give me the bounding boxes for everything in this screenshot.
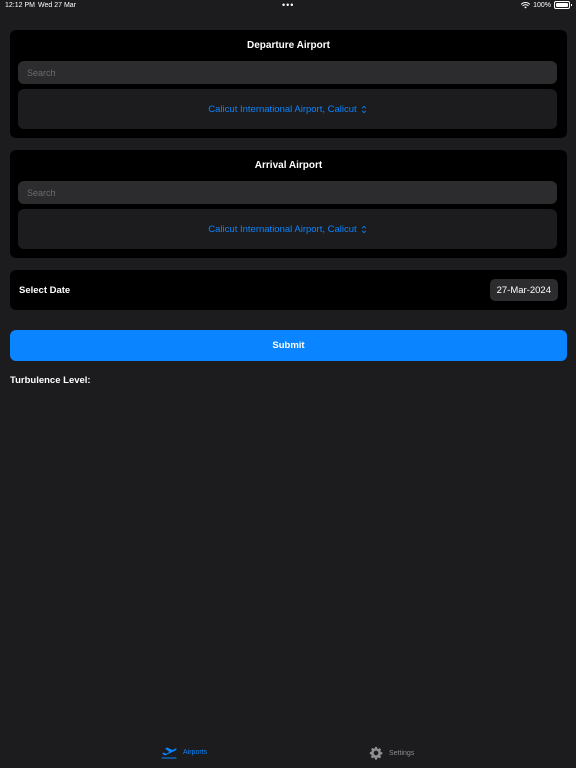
submit-button[interactable]: Submit — [10, 330, 567, 361]
battery-icon — [554, 1, 572, 9]
tab-bar: Airports Settings — [0, 740, 576, 768]
tab-settings[interactable]: Settings — [369, 746, 414, 760]
arrival-search-input[interactable] — [18, 181, 557, 204]
chevron-up-down-icon — [361, 105, 366, 113]
tab-settings-label: Settings — [389, 749, 415, 757]
date-picker-button[interactable]: 27-Mar-2024 — [489, 279, 558, 301]
date-select-card: Select Date 27-Mar-2024 — [10, 270, 567, 310]
wifi-icon — [521, 1, 531, 8]
tab-airports-label: Airports — [183, 749, 208, 756]
arrival-airport-picker[interactable]: Calicut International Airport, Calicut — [18, 209, 557, 249]
multitasking-dots-icon[interactable]: ••• — [282, 0, 294, 10]
departure-search-input[interactable] — [18, 61, 557, 84]
arrival-airport-card: Arrival Airport Calicut International Ai… — [10, 150, 567, 258]
departure-airport-card: Departure Airport Calicut International … — [10, 30, 567, 138]
select-date-label: Select Date — [19, 285, 71, 296]
departure-airport-picker[interactable]: Calicut International Airport, Calicut — [18, 89, 557, 129]
battery-percent: 100% — [533, 1, 551, 9]
airplane-departure-icon — [161, 747, 177, 759]
departure-title: Departure Airport — [247, 40, 330, 51]
status-date: Wed 27 Mar — [38, 2, 76, 9]
chevron-up-down-icon — [361, 225, 366, 233]
tab-airports[interactable]: Airports — [161, 746, 207, 759]
arrival-title: Arrival Airport — [254, 160, 323, 171]
arrival-selected-airport: Calicut International Airport, Calicut — [208, 223, 357, 235]
status-indicators: 100% — [521, 1, 572, 9]
departure-selected-airport: Calicut International Airport, Calicut — [208, 103, 357, 115]
status-bar: 12:12 PM Wed 27 Mar ••• 100% — [0, 0, 576, 12]
app-screen: 12:12 PM Wed 27 Mar ••• 100% Departure A… — [0, 0, 576, 768]
turbulence-level-label: Turbulence Level: — [10, 375, 91, 386]
gear-icon — [369, 746, 383, 760]
status-time: 12:12 PM — [5, 2, 35, 9]
